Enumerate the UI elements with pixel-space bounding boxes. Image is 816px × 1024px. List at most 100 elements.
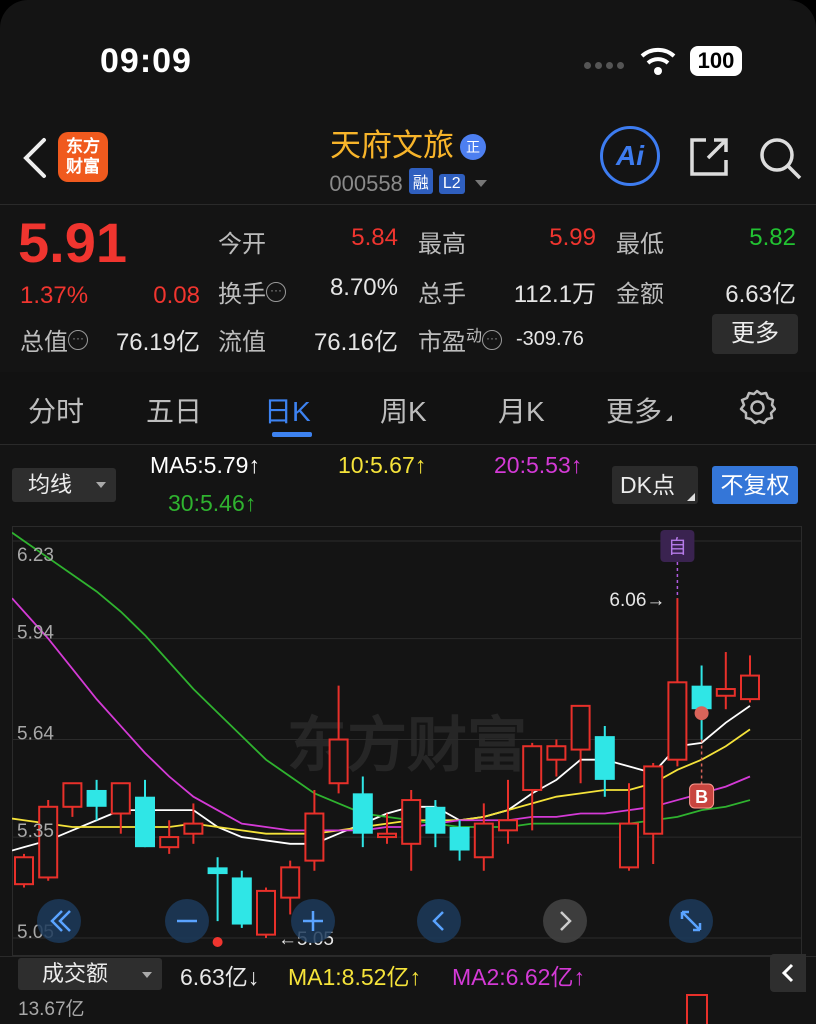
tab-monthly-k[interactable]: 月K <box>498 390 545 430</box>
app-screen: 09:09 100 东方财富 天府文旅正 000558 融 L2 Ai 5.91 1… <box>0 0 816 1024</box>
candle-body <box>425 806 446 834</box>
ma20-label: 20:5.53↑ <box>494 452 583 478</box>
candle-body <box>280 866 301 899</box>
kline-chart[interactable]: 东方财富 6.235.945.645.355.05 6.06→自←5.05B <box>12 526 802 956</box>
scroll-right-button[interactable] <box>542 898 588 944</box>
candle-body <box>207 867 228 875</box>
candle-body <box>667 681 688 761</box>
float-value: 76.16亿 <box>313 329 398 356</box>
volume-max-label: 13.67亿 <box>18 999 85 1020</box>
candle-body <box>328 738 349 785</box>
info-icon[interactable]: ··· <box>68 330 88 350</box>
volume-value: 112.1万 <box>513 281 596 308</box>
zoom-out-button[interactable] <box>164 898 210 944</box>
candle-body <box>231 877 252 925</box>
volume-value: 6.63亿↓ <box>180 964 260 990</box>
corner-icon <box>687 493 695 501</box>
candle-body <box>740 674 760 701</box>
volume-label: 总手 <box>418 281 466 308</box>
open-label: 今开 <box>218 231 266 258</box>
y-tick-label: 6.23 <box>17 545 54 566</box>
info-icon[interactable]: ··· <box>266 282 286 302</box>
chevron-down-icon <box>96 482 106 488</box>
info-icon[interactable]: ··· <box>482 330 503 350</box>
mktcap-label[interactable]: 总值 ··· <box>20 322 88 357</box>
buy-point-dot <box>694 706 709 721</box>
turnover-value: 8.70% <box>329 274 398 301</box>
candle-body <box>473 822 494 859</box>
ma30-label: 30:5.46↑ <box>168 490 257 516</box>
high-value: 5.99 <box>549 224 596 251</box>
stock-code: 000558 <box>329 171 403 196</box>
tab-divider <box>0 444 816 445</box>
candle-body <box>304 812 325 862</box>
candle-body <box>256 889 276 936</box>
candle-body <box>498 819 518 832</box>
volume-indicator-select[interactable]: 成交额 <box>18 958 162 990</box>
y-tick-label: 5.94 <box>17 623 54 644</box>
battery-indicator: 100 <box>690 46 742 76</box>
amount-value: 6.63亿 <box>725 281 796 308</box>
margin-tag: 融 <box>408 168 433 194</box>
high-label: 最高 <box>418 231 466 258</box>
wifi-icon <box>640 47 676 75</box>
candle-body <box>159 836 180 849</box>
zoom-out-far-button[interactable] <box>36 898 82 944</box>
dk-point-button[interactable]: DK点 <box>612 466 698 504</box>
tab-five-day[interactable]: 五日 <box>146 390 202 430</box>
candle-body <box>377 832 397 839</box>
candle-body <box>110 782 131 815</box>
fullscreen-button[interactable] <box>668 898 714 944</box>
header-divider <box>0 204 816 205</box>
candle-body <box>14 856 34 886</box>
volume-ma2: MA2:6.62亿↑ <box>452 964 585 990</box>
badge-icon: 正 <box>460 134 486 160</box>
candle-body <box>546 745 567 761</box>
more-button[interactable]: 更多 <box>712 314 798 354</box>
change-value: 0.08 <box>153 282 200 309</box>
chevron-down-icon <box>474 180 487 187</box>
ai-button[interactable]: Ai <box>600 126 660 186</box>
tab-daily-k[interactable]: 日K <box>264 390 311 430</box>
low-label: 最低 <box>616 231 664 258</box>
tab-intraday[interactable]: 分时 <box>28 390 84 430</box>
float-label: 流值 <box>218 329 266 356</box>
candle-body <box>38 805 59 879</box>
tab-weekly-k[interactable]: 周K <box>380 390 427 430</box>
current-price: 5.91 <box>18 211 127 274</box>
share-icon[interactable] <box>686 134 732 180</box>
high-price-label: 6.06→ <box>609 590 665 611</box>
candle-body <box>570 704 591 751</box>
zoom-in-button[interactable] <box>290 898 336 944</box>
no-adjust-button[interactable]: 不复权 <box>712 466 798 504</box>
search-icon[interactable] <box>756 134 804 182</box>
scroll-left-button[interactable] <box>416 898 462 944</box>
stock-name: 天府文旅 <box>330 128 454 163</box>
candle-body <box>86 789 107 807</box>
chevron-down-icon <box>142 972 152 978</box>
candle-body <box>619 822 639 869</box>
collapse-button[interactable] <box>770 954 806 992</box>
active-tab-indicator <box>272 432 312 437</box>
candle-body <box>135 796 155 848</box>
candle-body <box>62 782 83 808</box>
turnover-label[interactable]: 换手 ··· <box>218 274 286 309</box>
gear-icon[interactable] <box>738 388 776 426</box>
tab-more[interactable]: 更多 <box>606 390 673 430</box>
low-value: 5.82 <box>749 224 796 251</box>
pe-value: -309.76 <box>516 328 584 350</box>
volume-bar <box>686 994 708 1024</box>
candle-body <box>594 736 615 780</box>
candle-body <box>715 688 736 697</box>
pe-label[interactable]: 市盈动 ··· <box>418 322 503 357</box>
amount-label: 金额 <box>616 281 664 308</box>
watermark: 东方财富 <box>287 712 527 779</box>
ma10-label: 10:5.67↑ <box>338 452 427 478</box>
volume-ma1: MA1:8.52亿↑ <box>288 964 421 990</box>
indicator-select[interactable]: 均线 <box>12 468 116 502</box>
mktcap-value: 76.19亿 <box>115 329 200 356</box>
chevron-left-icon <box>781 963 794 983</box>
signal-dot <box>212 937 223 947</box>
ma5-label: MA5:5.79↑ <box>150 452 260 478</box>
buy-marker-label: B <box>695 787 708 807</box>
